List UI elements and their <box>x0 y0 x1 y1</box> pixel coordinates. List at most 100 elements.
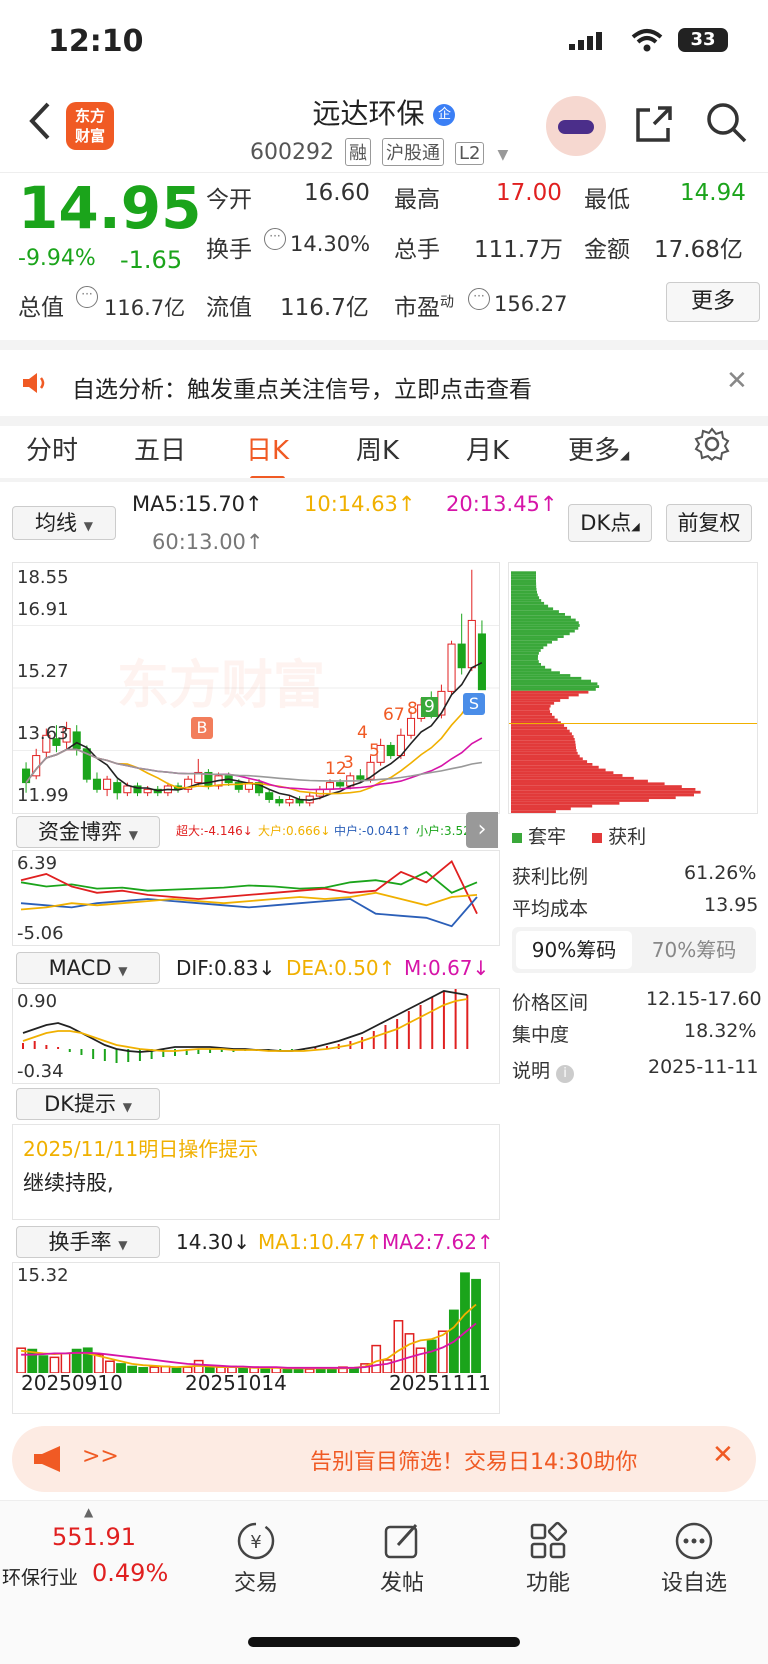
chip-bar <box>511 735 574 738</box>
triangle-up-icon: ▲ <box>84 1505 94 1519</box>
candle-body <box>275 798 284 804</box>
macd-select[interactable]: MACD ▼ <box>16 952 160 984</box>
macd-dea-line <box>22 998 468 1052</box>
macd-y-max: 0.90 <box>17 991 58 1012</box>
quote-panel: 14.95 -9.94% -1.65 今开 16.60 最高 17.00 最低 … <box>0 174 768 334</box>
macd-dea: DEA:0.50↑ <box>286 956 396 980</box>
notice-bar[interactable]: 自选分析：触发重点关注信号，立即点击查看 ✕ <box>0 340 768 426</box>
info-icon[interactable]: i <box>556 1065 575 1083</box>
chip-bar <box>511 654 538 658</box>
chip-bar <box>511 596 540 600</box>
chip-bar <box>511 793 694 797</box>
turnover-current: 14.30↓ <box>176 1230 251 1254</box>
chip-bar <box>511 774 623 777</box>
nav-add-watchlist[interactable]: 设自选 <box>644 1519 744 1597</box>
chip-bar <box>511 660 539 663</box>
chip-bar <box>511 804 593 808</box>
chip-bar <box>511 599 542 602</box>
turnover-select[interactable]: 换手率 ▼ <box>16 1226 160 1258</box>
candle-body <box>285 798 294 804</box>
info-dots-icon[interactable]: ··· <box>76 286 98 308</box>
chip-bar <box>511 701 555 705</box>
fund-game-select[interactable]: 资金博弈 ▼ <box>16 816 160 848</box>
fund-mid: 中户:-0.041↑ <box>334 824 411 838</box>
dk-point-label: DK点 <box>580 511 632 535</box>
tab-more[interactable]: 更多◢ <box>568 430 629 467</box>
info-dots-icon[interactable]: ··· <box>264 228 286 250</box>
macd-dif-line <box>22 990 468 1053</box>
chip-bar <box>511 640 552 644</box>
industry-name[interactable]: 环保行业 <box>2 1563 78 1590</box>
concentration-label: 集中度 <box>512 1024 570 1046</box>
close-icon[interactable]: ✕ <box>712 1440 734 1470</box>
chip-bar <box>511 754 580 758</box>
settings-gear-icon[interactable] <box>694 426 730 469</box>
tag-connect: 沪股通 <box>381 138 444 166</box>
macd-m: M:0.67↓ <box>404 956 490 980</box>
chip-bar <box>511 690 589 694</box>
x-label: 20250910 <box>21 1371 123 1395</box>
tab-chip-90[interactable]: 90%筹码 <box>516 931 632 969</box>
search-button[interactable] <box>704 100 748 153</box>
industry-percent[interactable]: 0.49% <box>92 1559 168 1587</box>
dk-point-button[interactable]: DK点◢ <box>568 504 652 542</box>
chip-bar <box>511 779 648 783</box>
info-dots-icon[interactable]: ··· <box>468 288 490 310</box>
kline-y-label: 18.55 <box>17 567 69 588</box>
kline-chart[interactable]: 东方财富 18.55 16.91 15.27 13.63 11.99 B S 1… <box>12 562 500 814</box>
nav-functions[interactable]: 功能 <box>498 1519 598 1597</box>
chip-bar <box>511 585 537 588</box>
volume-value: 111.7万 <box>474 237 563 263</box>
ai-assistant-avatar[interactable] <box>546 96 606 156</box>
chip-bar <box>511 790 701 794</box>
legend-swatch-trapped <box>512 833 522 843</box>
chevron-down-icon[interactable]: ▼ <box>497 147 508 163</box>
chip-bar <box>511 657 538 661</box>
chip-bar <box>511 629 575 633</box>
turnover-bar <box>326 1368 337 1373</box>
candle-body <box>103 778 112 790</box>
chip-bar <box>511 713 552 716</box>
chip-legend: 套牢 获利 <box>512 822 646 849</box>
amount-label: 金额 <box>584 237 630 263</box>
triangle-icon: ◢ <box>631 520 640 533</box>
turnover-label: 换手 <box>206 237 252 263</box>
tab-intraday[interactable]: 分时 <box>26 430 78 467</box>
chip-bar <box>511 571 536 575</box>
chip-bar <box>511 724 565 727</box>
share-button[interactable] <box>632 102 676 155</box>
close-icon[interactable]: ✕ <box>726 366 748 396</box>
chip-bar <box>511 699 561 702</box>
turnover-bar <box>293 1368 304 1373</box>
price-range-label: 价格区间 <box>512 992 589 1014</box>
kline-y-label: 16.91 <box>17 599 69 620</box>
tab-chip-70[interactable]: 70%筹码 <box>636 931 752 969</box>
more-button[interactable]: 更多 <box>666 282 760 322</box>
turnover-select-label: 换手率 <box>48 1230 112 1254</box>
turnover-bar <box>460 1272 470 1373</box>
collapse-arrow-icon[interactable]: › <box>466 812 498 848</box>
tab-weekly-k[interactable]: 周K <box>356 430 399 467</box>
more-icon <box>644 1519 744 1565</box>
tab-daily-k[interactable]: 日K <box>246 430 289 481</box>
adjust-button[interactable]: 前复权 <box>666 504 752 542</box>
chevron-down-icon: ▼ <box>122 1100 132 1114</box>
industry-index-value[interactable]: 551.91 <box>52 1523 136 1551</box>
chip-bar <box>511 665 546 669</box>
chip-bar <box>511 751 578 755</box>
tab-monthly-k[interactable]: 月K <box>466 430 509 467</box>
dk-hint-select[interactable]: DK提示 ▼ <box>16 1088 160 1120</box>
promo-banner[interactable]: >> 告别盲目筛选！交易日14:30助你 ✕ <box>12 1426 756 1492</box>
fund-svg <box>20 859 478 928</box>
kline-y-label: 13.63 <box>17 723 69 744</box>
chip-bar <box>511 674 571 677</box>
ma-select[interactable]: 均线 ▼ <box>12 506 116 540</box>
tab-five-day[interactable]: 五日 <box>134 430 186 467</box>
chevron-down-icon: ▼ <box>118 1238 128 1252</box>
nav-post[interactable]: 发帖 <box>352 1519 452 1597</box>
tab-more-label: 更多 <box>568 436 621 466</box>
ma5-value: MA5:15.70↑ <box>132 492 263 516</box>
chip-bar <box>511 696 569 700</box>
chip-bar <box>511 768 606 772</box>
nav-trade[interactable]: ¥ 交易 <box>206 1519 306 1597</box>
